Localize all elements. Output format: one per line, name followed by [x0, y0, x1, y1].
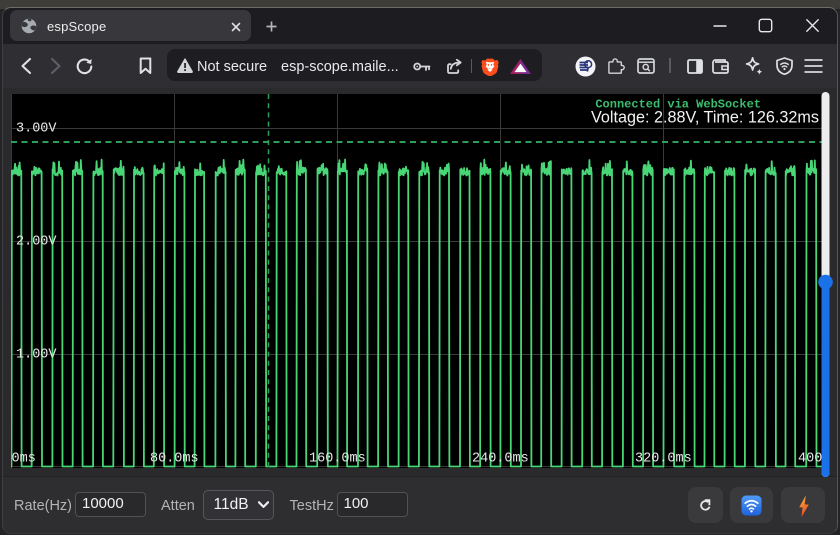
svg-text:1.00V: 1.00V: [16, 348, 57, 363]
svg-text:0ms: 0ms: [12, 452, 36, 467]
svg-text:240.0ms: 240.0ms: [472, 452, 529, 467]
svg-text:Voltage: 2.88V, Time: 126.32ms: Voltage: 2.88V, Time: 126.32ms: [591, 109, 819, 127]
svg-text:2.00V: 2.00V: [16, 235, 57, 250]
svg-text:160.0ms: 160.0ms: [309, 452, 366, 467]
svg-text:80.0ms: 80.0ms: [150, 452, 199, 467]
svg-text:3.00V: 3.00V: [16, 122, 57, 137]
svg-text:320.0ms: 320.0ms: [635, 452, 692, 467]
